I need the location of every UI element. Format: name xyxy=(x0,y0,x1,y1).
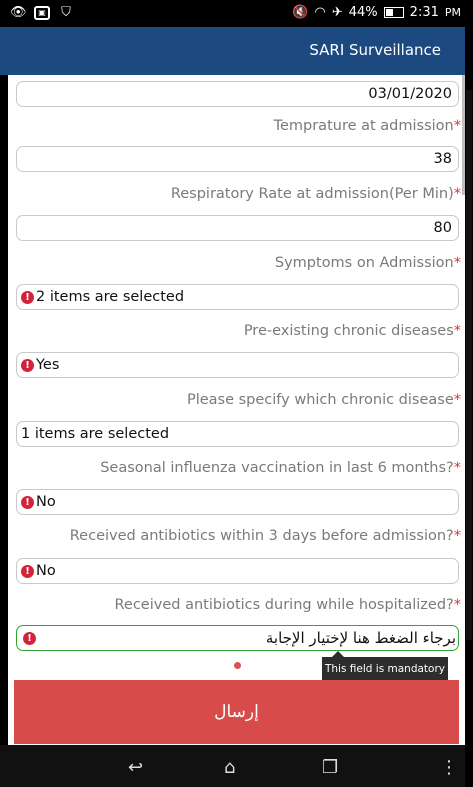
shield-icon: ⛉ xyxy=(61,5,71,20)
clock-ampm: PM xyxy=(444,6,461,19)
status-bar: 👁 ▣ ⛉ 🔇 ◠ ✈ 44% 2:31 PM xyxy=(0,0,465,27)
app-bar: SARI Surveillance xyxy=(0,27,465,75)
error-icon: ! xyxy=(21,564,34,578)
recent-apps-icon[interactable]: ❐ xyxy=(322,757,338,778)
symptoms-select[interactable]: ! 2 items are selected xyxy=(16,284,459,310)
battery-percent: 44% xyxy=(348,5,378,20)
error-icon: ! xyxy=(21,290,34,304)
side-bezel xyxy=(465,0,473,787)
chronic-disease-specify-label: Please specify which chronic disease* xyxy=(186,392,461,408)
screen-icon: ▣ xyxy=(34,6,50,20)
antibiotics-hospitalized-placeholder: برجاء الضغط هنا لإختيار الإجابة xyxy=(265,629,456,647)
antibiotics-hospitalized-select[interactable]: ! برجاء الضغط هنا لإختيار الإجابة xyxy=(16,625,459,651)
error-icon: ! xyxy=(23,631,36,645)
eye-icon: 👁 xyxy=(10,5,27,20)
error-icon: ! xyxy=(21,495,34,509)
admission-date-value: 03/01/2020 xyxy=(368,86,452,102)
respiratory-rate-label: Respiratory Rate at admission(Per Min)* xyxy=(170,186,461,202)
antibiotics-before-value: No xyxy=(36,563,56,579)
app-title: SARI Surveillance xyxy=(309,41,441,59)
mandatory-tooltip: This field is mandatory xyxy=(322,651,448,681)
submit-button[interactable]: إرسال xyxy=(14,680,459,744)
chronic-diseases-select[interactable]: ! Yes xyxy=(16,352,459,378)
navigation-bar: ↩ ⌂ ❐ ⋮ xyxy=(0,745,465,787)
antibiotics-hospitalized-label: Received antibiotics during while hospit… xyxy=(114,597,461,613)
respiratory-rate-input[interactable]: 80 xyxy=(16,215,459,241)
form-scroll-area[interactable]: 03/01/2020 Temprature at admission* 38 R… xyxy=(8,75,465,745)
temperature-input[interactable]: 38 xyxy=(16,146,459,172)
antibiotics-before-select[interactable]: ! No xyxy=(16,558,459,584)
chronic-disease-specify-select[interactable]: 1 items are selected xyxy=(16,421,459,447)
error-indicator-dot xyxy=(234,662,241,669)
influenza-vaccination-select[interactable]: ! No xyxy=(16,489,459,515)
error-icon: ! xyxy=(21,358,34,372)
antibiotics-before-label: Received antibiotics within 3 days befor… xyxy=(69,528,461,544)
side-bezel-bar xyxy=(466,90,472,640)
respiratory-rate-value: 80 xyxy=(433,220,452,236)
menu-icon[interactable]: ⋮ xyxy=(440,757,458,778)
influenza-vaccination-label: Seasonal influenza vaccination in last 6… xyxy=(100,460,461,476)
chronic-disease-specify-value: 1 items are selected xyxy=(21,426,170,442)
temperature-label: Temprature at admission* xyxy=(273,118,461,134)
back-icon[interactable]: ↩ xyxy=(128,757,143,778)
battery-icon xyxy=(383,7,404,18)
wifi-icon: ◠ xyxy=(314,5,326,20)
temperature-value: 38 xyxy=(433,151,452,167)
symptoms-label: Symptoms on Admission* xyxy=(274,255,461,271)
admission-date-field[interactable]: 03/01/2020 xyxy=(16,81,459,107)
chronic-diseases-value: Yes xyxy=(36,357,60,373)
clock-time: 2:31 xyxy=(409,5,439,20)
mute-icon: 🔇 xyxy=(292,5,309,20)
symptoms-value: 2 items are selected xyxy=(36,289,185,305)
chronic-diseases-label: Pre-existing chronic diseases* xyxy=(243,323,461,339)
home-icon[interactable]: ⌂ xyxy=(224,757,235,778)
airplane-icon: ✈ xyxy=(331,5,343,20)
influenza-vaccination-value: No xyxy=(36,494,56,510)
